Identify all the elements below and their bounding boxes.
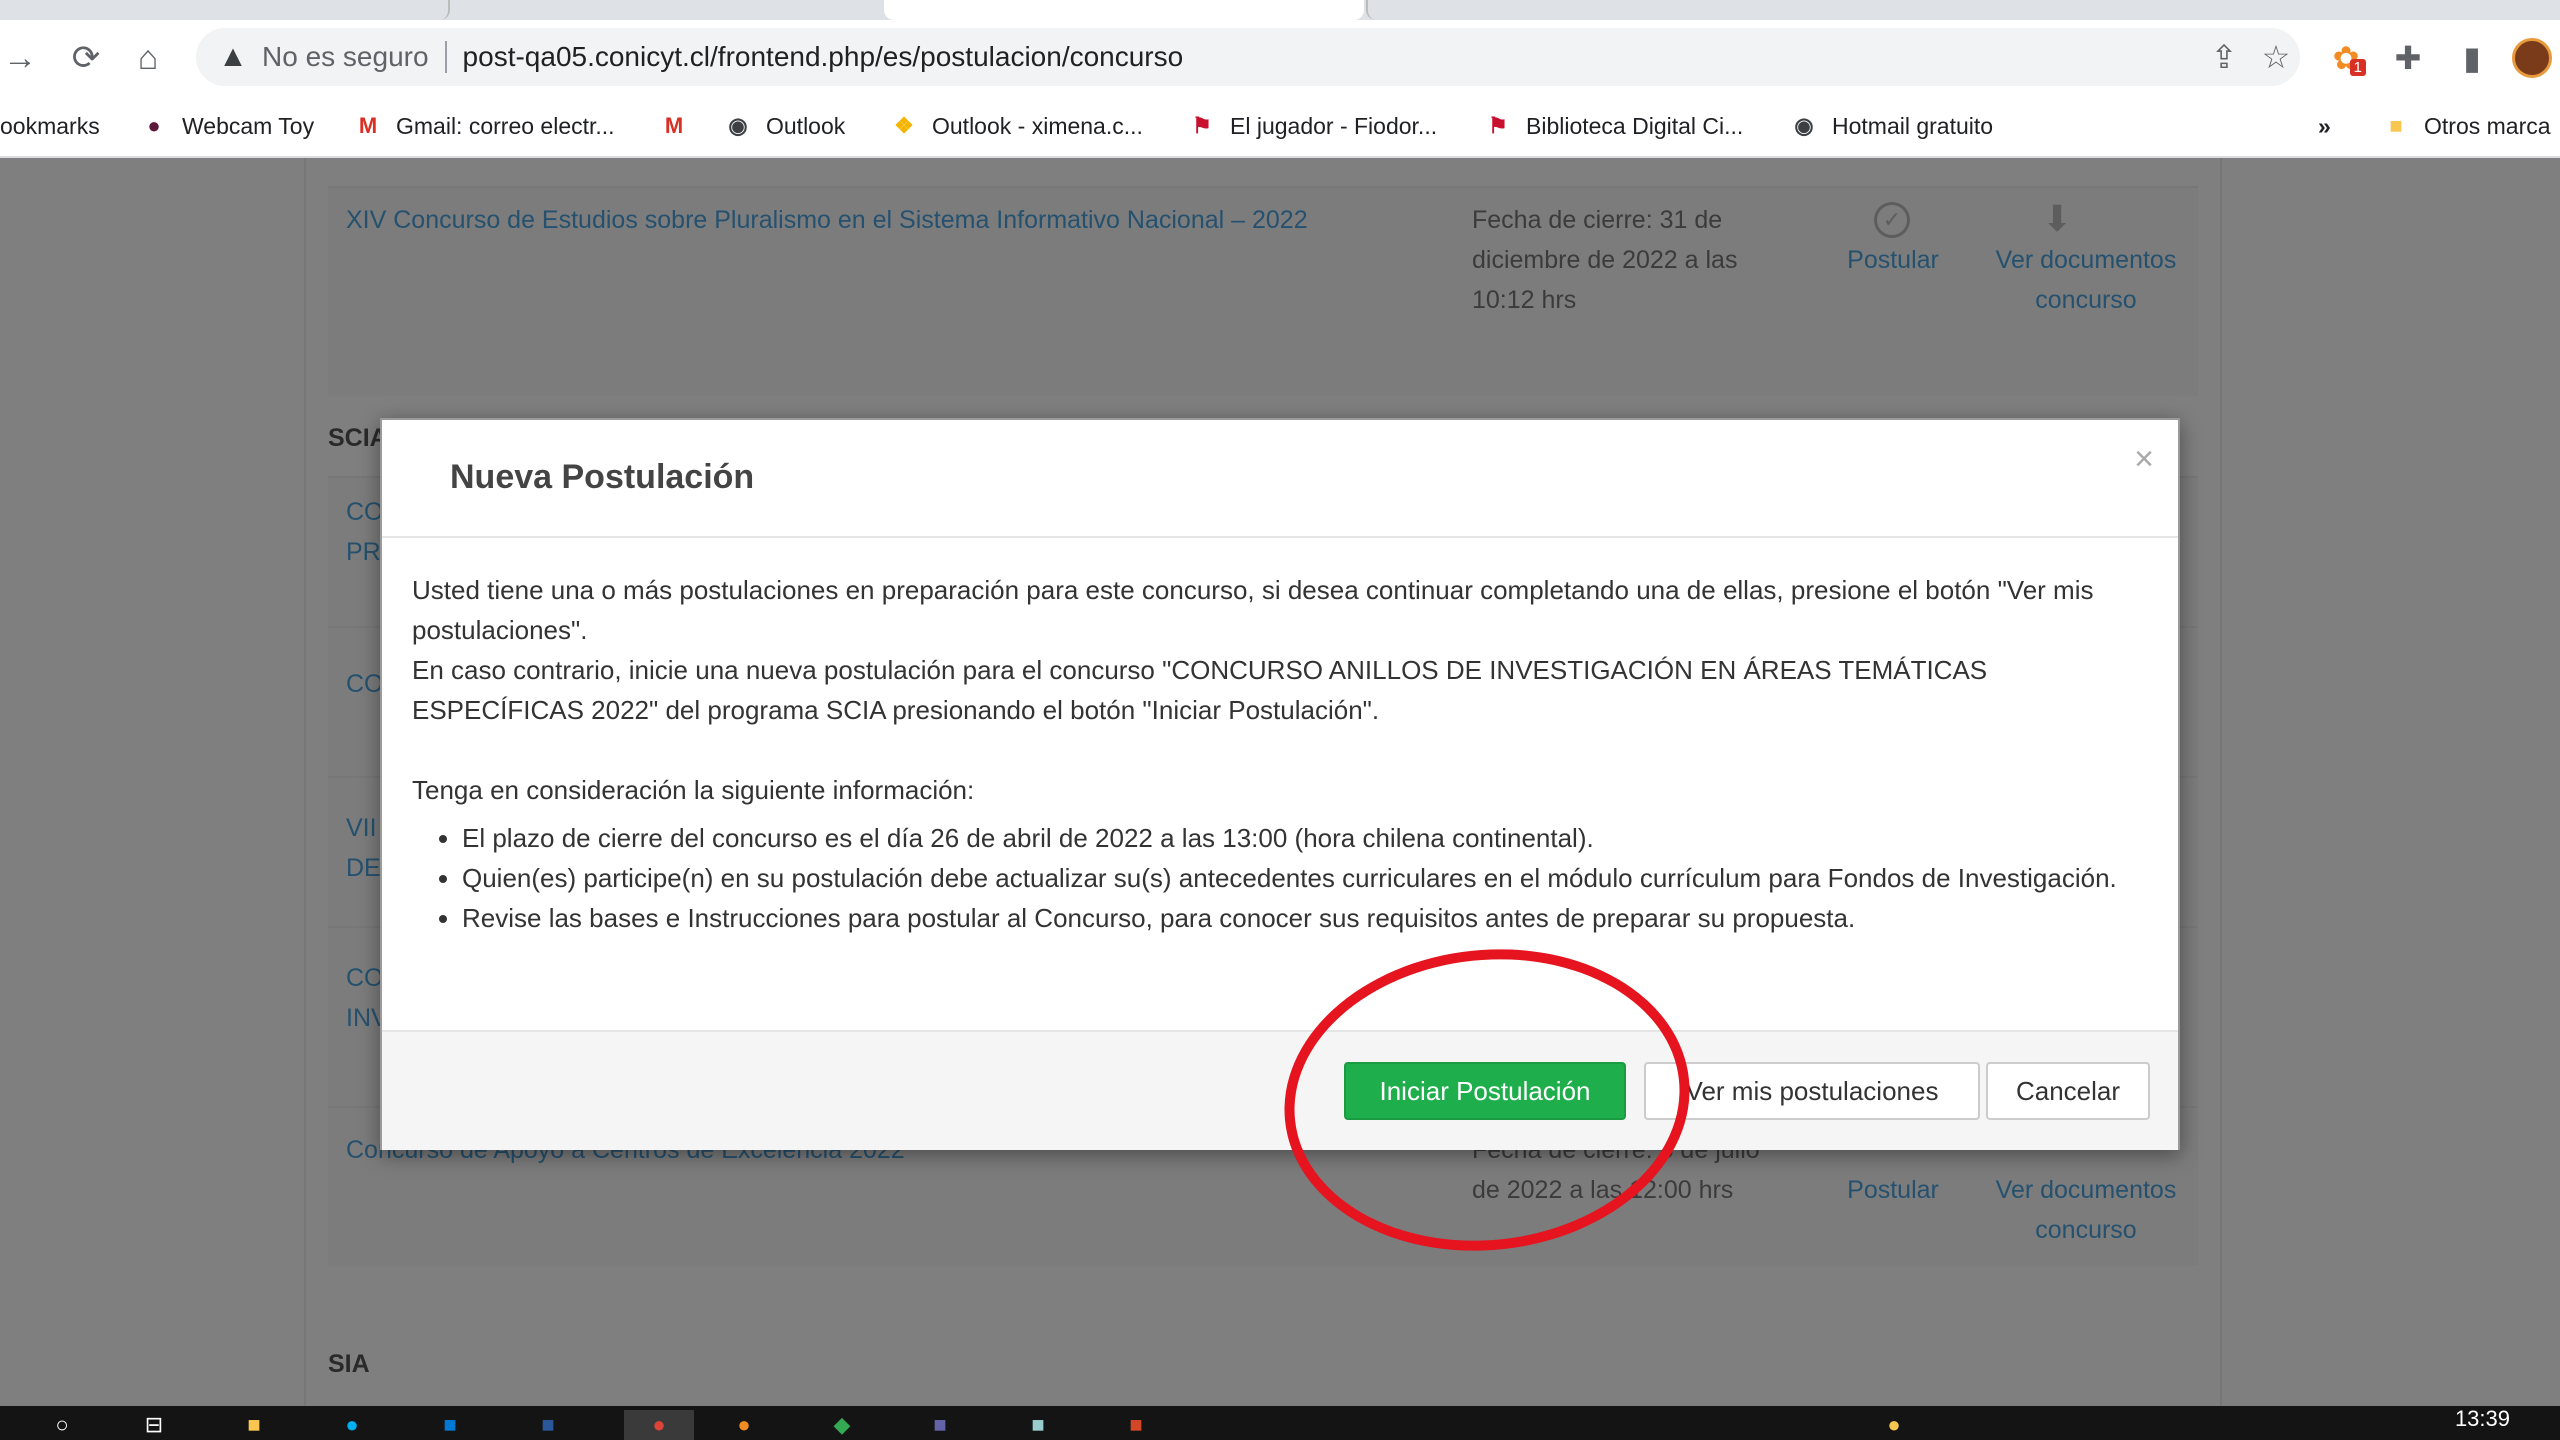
bookmark-label: Hotmail gratuito [1832, 112, 1994, 139]
globe-icon: ◉ [728, 113, 748, 138]
bookmark-item[interactable]: ❖ Outlook - ximena.c... [890, 110, 1143, 142]
browser-tab[interactable] [0, 0, 450, 20]
folder-icon[interactable]: ■ [232, 1410, 276, 1440]
app-icon[interactable]: ● [722, 1410, 766, 1440]
home-icon[interactable]: ⌂ [128, 38, 168, 78]
browser-toolbar: → ⟳ ⌂ ▲ No es seguro post-qa05.conicyt.c… [0, 20, 2560, 94]
info-item: El plazo de cierre del concurso es el dí… [462, 818, 2152, 858]
gmail-icon: M [358, 113, 378, 138]
new-application-modal: Nueva Postulación × Usted tiene una o má… [380, 418, 2180, 1150]
bookmark-item[interactable]: ◉ Outlook [724, 110, 845, 142]
browser-tab[interactable] [1366, 0, 1846, 20]
modal-header: Nueva Postulación × [382, 420, 2178, 538]
bookmark-label: ookmarks [0, 112, 100, 139]
bookmark-item[interactable]: ◉ Hotmail gratuito [1790, 110, 1993, 142]
skype-icon[interactable]: ● [330, 1410, 374, 1440]
bookmark-item[interactable]: ⚑ El jugador - Fiodor... [1188, 110, 1437, 142]
reload-icon[interactable]: ⟳ [66, 38, 106, 78]
puzzle-icon[interactable]: ✚ [2388, 38, 2428, 78]
divider [444, 41, 447, 73]
info-list: El plazo de cierre del concurso es el dí… [412, 818, 2152, 938]
forward-icon[interactable]: → [0, 38, 40, 78]
bookmark-label: Biblioteca Digital Ci... [1526, 112, 1744, 139]
bookmark-label: Outlook - ximena.c... [932, 112, 1143, 139]
windows-icon: ❖ [894, 113, 914, 138]
info-item: Quien(es) participe(n) en su postulación… [462, 858, 2152, 898]
app-icon[interactable]: ■ [1016, 1410, 1060, 1440]
clock[interactable]: 13:39 [2455, 1406, 2510, 1432]
other-bookmarks[interactable]: ■ Otros marca [2382, 110, 2551, 142]
taskbar: ○ ⊟ ■ ● ■ ■ ● ● ◆ ■ ■ ■ ● 13:39 [0, 1406, 2560, 1440]
word-icon[interactable]: ■ [526, 1410, 570, 1440]
modal-title: Nueva Postulación [450, 458, 755, 496]
bookmark-label: Outlook [766, 112, 846, 139]
warning-icon[interactable]: ▲ [216, 40, 250, 74]
extension-icon[interactable]: ✿ 1 [2326, 38, 2366, 78]
bookmark-label: Otros marca [2424, 112, 2551, 139]
modal-body: Usted tiene una o más postulaciones en p… [412, 570, 2152, 938]
flag-icon: ⚑ [1488, 113, 1508, 138]
bookmarks-bar: ookmarks ● Webcam Toy M Gmail: correo elec… [0, 94, 2560, 158]
browser-tab-active[interactable] [884, 0, 1364, 20]
gmail-icon: M [664, 113, 684, 138]
info-item: Revise las bases e Instrucciones para po… [462, 898, 2152, 938]
extension-badge: 1 [2349, 59, 2366, 76]
modal-paragraph: En caso contrario, inicie una nueva post… [412, 655, 1988, 725]
folder-icon: ■ [2389, 113, 2403, 138]
more-bookmarks-button[interactable]: » [2318, 110, 2331, 142]
webcam-icon: ● [147, 113, 161, 138]
bookmark-label: Gmail: correo electr... [396, 112, 615, 139]
modal-paragraph: Usted tiene una o más postulaciones en p… [412, 575, 2094, 645]
security-label[interactable]: No es seguro [262, 41, 429, 73]
outlook-icon[interactable]: ■ [428, 1410, 472, 1440]
bookmark-item[interactable]: M Gmail: correo electr... [354, 110, 615, 142]
search-icon[interactable]: ○ [40, 1410, 84, 1440]
chrome-icon[interactable]: ● [624, 1410, 694, 1440]
taskview-icon[interactable]: ⊟ [132, 1410, 176, 1440]
modal-footer: Iniciar Postulación Ver mis postulacione… [382, 1030, 2178, 1150]
cancel-button[interactable]: Cancelar [1986, 1062, 2150, 1120]
sidepanel-icon[interactable]: ▮ [2452, 38, 2492, 78]
powerpoint-icon[interactable]: ■ [1114, 1410, 1158, 1440]
avatar[interactable] [2512, 38, 2552, 78]
bookmark-label: El jugador - Fiodor... [1230, 112, 1438, 139]
bookmark-item[interactable]: ● Webcam Toy [140, 110, 314, 142]
tab-strip [0, 0, 2560, 20]
star-icon[interactable]: ☆ [2256, 37, 2296, 77]
notification-icon[interactable]: ● [1872, 1410, 1916, 1440]
url-text[interactable]: post-qa05.conicyt.cl/frontend.php/es/pos… [463, 41, 1184, 73]
bookmark-label: Webcam Toy [182, 112, 315, 139]
bookmark-item[interactable]: ookmarks [0, 110, 100, 142]
my-applications-button[interactable]: Ver mis postulaciones [1644, 1062, 1980, 1120]
address-bar[interactable]: ▲ No es seguro post-qa05.conicyt.cl/fron… [196, 28, 2300, 86]
share-icon[interactable]: ⇪ [2204, 37, 2244, 77]
bookmark-item[interactable]: M [660, 110, 702, 142]
globe-icon: ◉ [1794, 113, 1814, 138]
flag-icon: ⚑ [1192, 113, 1212, 138]
bookmark-item[interactable]: ⚑ Biblioteca Digital Ci... [1484, 110, 1743, 142]
close-icon[interactable]: × [2134, 440, 2154, 479]
chevron-double-icon: » [2318, 112, 2331, 139]
info-heading: Tenga en consideración la siguiente info… [412, 775, 975, 805]
app-icon[interactable]: ◆ [820, 1410, 864, 1440]
teams-icon[interactable]: ■ [918, 1410, 962, 1440]
